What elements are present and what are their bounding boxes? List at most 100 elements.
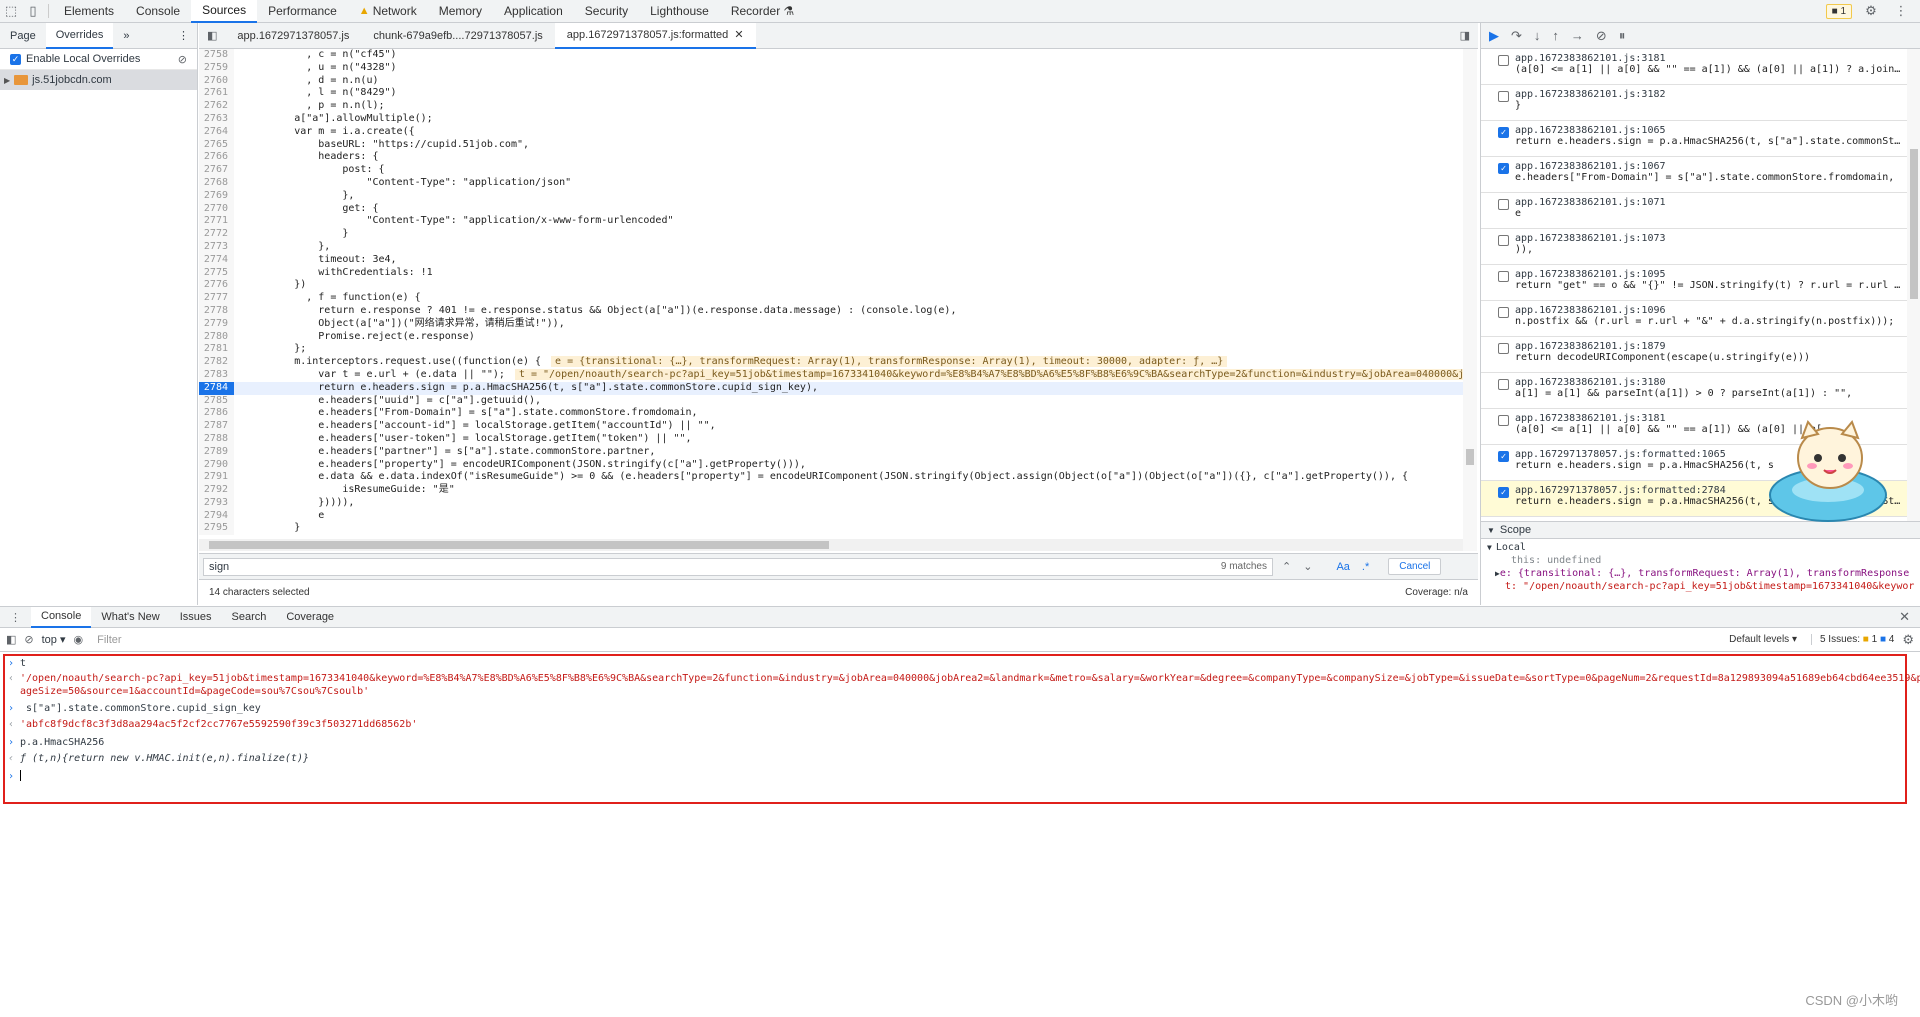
close-drawer-icon[interactable]: ✕ xyxy=(1899,609,1920,625)
console-output[interactable]: › t ‹ '/open/noauth/search-pc?api_key=51jo… xyxy=(0,652,1920,804)
editor-vertical-scrollbar[interactable] xyxy=(1463,49,1477,551)
code-line[interactable]: 2763 a["a"].allowMultiple(); xyxy=(199,112,1463,126)
line-number[interactable]: 2781 xyxy=(199,343,234,357)
line-number[interactable]: 2775 xyxy=(199,266,234,280)
code-line[interactable]: 2787 e.headers["account-id"] = localStor… xyxy=(199,420,1463,433)
line-number[interactable]: 2767 xyxy=(199,164,234,177)
next-match-icon[interactable]: ⌄ xyxy=(1300,560,1315,573)
tab-security[interactable]: Security xyxy=(574,0,639,23)
enable-overrides-checkbox[interactable]: ✓ xyxy=(10,53,21,65)
tab-console[interactable]: Console xyxy=(125,0,191,23)
breakpoint-item[interactable]: app.1672383862101.js:1071 e xyxy=(1481,193,1907,229)
local-scope-header[interactable]: ▼ Local xyxy=(1481,541,1920,554)
line-number[interactable]: 2760 xyxy=(199,74,234,88)
line-number[interactable]: 2764 xyxy=(199,125,234,139)
code-line[interactable]: 2781 }; xyxy=(199,343,1463,357)
code-line[interactable]: 2761 , l = n("8429") xyxy=(199,87,1463,101)
code-line[interactable]: 2759 , u = n("4328") xyxy=(199,61,1463,75)
breakpoint-checkbox[interactable]: ✓ xyxy=(1498,127,1509,138)
code-line[interactable]: 2777 , f = function(e) { xyxy=(199,292,1463,305)
code-line[interactable]: 2783 var t = e.url + (e.data || ""); t = … xyxy=(199,368,1463,382)
line-number[interactable]: 2782 xyxy=(199,356,234,369)
breakpoint-checkbox[interactable] xyxy=(1498,307,1509,318)
tab-application[interactable]: Application xyxy=(493,0,574,23)
code-line[interactable]: 2776 }) xyxy=(199,279,1463,293)
line-number[interactable]: 2780 xyxy=(199,330,234,344)
breakpoint-checkbox[interactable]: ✓ xyxy=(1498,487,1509,498)
tab-performance[interactable]: Performance xyxy=(257,0,348,23)
code-line[interactable]: 2786 e.headers["From-Domain"] = s["a"].s… xyxy=(199,407,1463,421)
breakpoint-checkbox[interactable] xyxy=(1498,235,1509,246)
code-line[interactable]: 2779 Object(a["a"])("网络请求异常，请稍后重试!")), xyxy=(199,317,1463,331)
line-number[interactable]: 2765 xyxy=(199,138,234,152)
editor-tab-chunk-js[interactable]: chunk-679a9efb....72971378057.js xyxy=(361,23,554,49)
code-line[interactable]: 2791 e.data && e.data.indexOf("isResumeG… xyxy=(199,471,1463,485)
line-number[interactable]: 2788 xyxy=(199,432,234,446)
tab-overrides[interactable]: Overrides xyxy=(45,22,114,49)
line-number[interactable]: 2759 xyxy=(199,61,234,75)
code-line[interactable]: 2771 "Content-Type": "application/x-www-… xyxy=(199,215,1463,229)
breakpoint-item[interactable]: ✓ app.1672383862101.js:1065 return e.heade… xyxy=(1481,121,1907,157)
line-number[interactable]: 2790 xyxy=(199,458,234,472)
line-number[interactable]: 2792 xyxy=(199,484,234,497)
line-number[interactable]: 2773 xyxy=(199,240,234,254)
deactivate-breakpoints-icon[interactable]: ⊘ xyxy=(1596,28,1607,44)
drawer-tab-search[interactable]: Search xyxy=(222,607,277,628)
code-line[interactable]: 2767 post: { xyxy=(199,164,1463,177)
line-number[interactable]: 2787 xyxy=(199,420,234,433)
step-into-icon[interactable]: ↓ xyxy=(1534,28,1541,43)
line-number[interactable]: 2786 xyxy=(199,407,234,421)
breakpoint-checkbox[interactable] xyxy=(1498,343,1509,354)
code-line[interactable]: 2773 }, xyxy=(199,240,1463,254)
code-line[interactable]: 2774 timeout: 3e4, xyxy=(199,253,1463,267)
inspect-element-icon[interactable]: ⬚ xyxy=(0,0,22,22)
code-line[interactable]: 2793 })))), xyxy=(199,496,1463,510)
code-line[interactable]: 2780 Promise.reject(e.response) xyxy=(199,330,1463,344)
tab-lighthouse[interactable]: Lighthouse xyxy=(639,0,720,23)
code-line[interactable]: 2794 e xyxy=(199,509,1463,523)
breakpoint-checkbox[interactable]: ✓ xyxy=(1498,163,1509,174)
code-line[interactable]: 2770 get: { xyxy=(199,202,1463,216)
tab-recorder[interactable]: Recorder ⚗ xyxy=(720,0,805,23)
debugger-scrollbar[interactable] xyxy=(1907,49,1920,521)
line-number[interactable]: 2770 xyxy=(199,202,234,216)
editor-horizontal-scrollbar[interactable] xyxy=(199,539,1463,551)
breakpoint-item[interactable]: app.1672383862101.js:3182} xyxy=(1481,85,1907,121)
issues-counter[interactable]: 5 Issues: ■ 1 ■ 4 xyxy=(1810,634,1894,645)
line-number[interactable]: 2758 xyxy=(199,49,234,62)
gear-icon[interactable]: ⚙ xyxy=(1902,632,1914,648)
code-line[interactable]: 2782 m.interceptors.request.use((functio… xyxy=(199,356,1463,369)
code-line[interactable]: 2795 } xyxy=(199,522,1463,536)
drawer-tab-console[interactable]: Console xyxy=(31,606,92,628)
line-number[interactable]: 2794 xyxy=(199,509,234,523)
step-icon[interactable]: → xyxy=(1571,28,1584,43)
breakpoint-checkbox[interactable] xyxy=(1498,415,1509,426)
regex-button[interactable]: .* xyxy=(1359,561,1372,573)
code-line[interactable]: 2764 var m = i.a.create({ xyxy=(199,125,1463,139)
enable-overrides-row[interactable]: ✓ Enable Local Overrides ⊘ xyxy=(0,49,197,70)
breakpoint-checkbox[interactable] xyxy=(1498,199,1509,210)
console-prompt-line[interactable]: › xyxy=(8,770,21,782)
line-number[interactable]: 2789 xyxy=(199,445,234,459)
log-levels-dropdown[interactable]: Default levels ▾ xyxy=(1729,634,1803,645)
code-line[interactable]: 2792 isResumeGuide: "是" xyxy=(199,484,1463,497)
toggle-navigator-icon[interactable]: ◧ xyxy=(199,23,225,49)
tab-sources[interactable]: Sources xyxy=(191,0,258,23)
breakpoint-checkbox[interactable]: ✓ xyxy=(1498,451,1509,462)
code-line[interactable]: 2790 e.headers["property"] = encodeURICo… xyxy=(199,458,1463,472)
breakpoint-item[interactable]: app.1672383862101.js:3180 a[1] = a[1] && … xyxy=(1481,373,1907,409)
line-number[interactable]: 2769 xyxy=(199,189,234,203)
line-number[interactable]: 2779 xyxy=(199,317,234,331)
line-number[interactable]: 2783 xyxy=(199,368,234,382)
resume-icon[interactable]: ▶ xyxy=(1489,28,1499,44)
line-number[interactable]: 2772 xyxy=(199,228,234,241)
line-number[interactable]: 2777 xyxy=(199,292,234,305)
breakpoint-item[interactable]: app.1672383862101.js:1096 n.postfix && (r… xyxy=(1481,301,1907,337)
search-input[interactable]: sign 9 matches xyxy=(203,557,1273,576)
breakpoint-checkbox[interactable] xyxy=(1498,379,1509,390)
code-line[interactable]: 2769 }, xyxy=(199,189,1463,203)
line-number[interactable]: 2768 xyxy=(199,176,234,190)
more-options-icon[interactable]: ⋮ xyxy=(178,29,197,42)
drawer-tab-coverage[interactable]: Coverage xyxy=(276,607,344,628)
context-selector[interactable]: top ▾ xyxy=(42,633,66,646)
